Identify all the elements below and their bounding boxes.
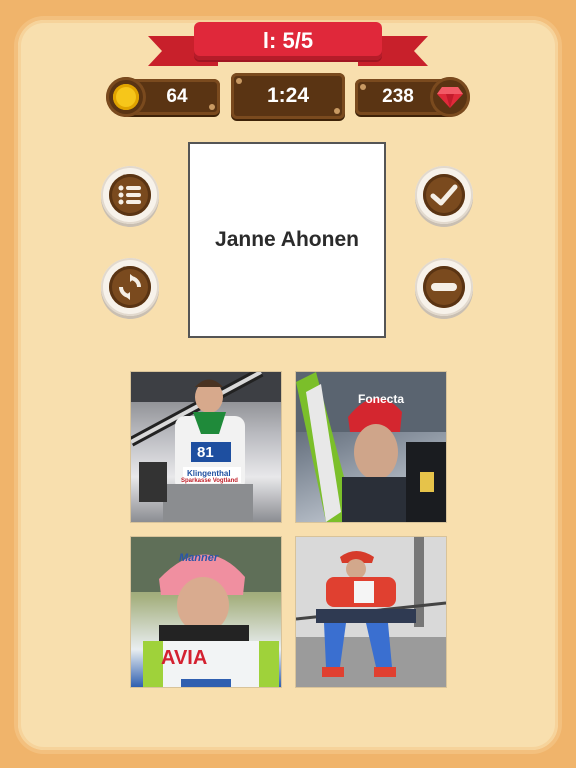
bib-sponsor: AVIA [161,647,208,669]
gems-value: 238 [382,86,414,107]
coins-value: 64 [166,86,188,107]
photo-tile-4[interactable] [295,536,447,688]
coin-icon [106,77,146,117]
level-label: l: 5/5 [194,22,382,60]
list-button[interactable] [101,166,159,224]
helmet-label: Manner [179,552,219,564]
photo-tile-2[interactable]: Fonecta [295,371,447,523]
timer: 1:24 [231,73,345,119]
refresh-button[interactable] [101,258,159,316]
check-icon [423,174,465,216]
word-text: Janne Ahonen [215,228,359,251]
minus-icon [423,266,465,308]
game-panel [18,20,558,750]
helmet-label: Fonecta [358,392,405,406]
refresh-icon [109,266,151,308]
check-button[interactable] [415,166,473,224]
sponsor-label-2: Sparkasse Vogtland [181,478,238,484]
photo-tile-1[interactable]: 81 Klingenthal Sparkasse Vogtland [130,371,282,523]
remove-button[interactable] [415,258,473,316]
gem-icon [430,77,470,117]
word-card: Janne Ahonen [188,142,386,338]
ski-jumper-photo [296,537,446,687]
sponsor-label: Klingenthal [187,469,231,478]
list-icon [109,174,151,216]
timer-value: 1:24 [266,84,310,107]
photo-tile-3[interactable]: Manner AVIA [130,536,282,688]
level-ribbon: l: 5/5 [148,18,428,74]
bib-number: 81 [197,444,214,461]
